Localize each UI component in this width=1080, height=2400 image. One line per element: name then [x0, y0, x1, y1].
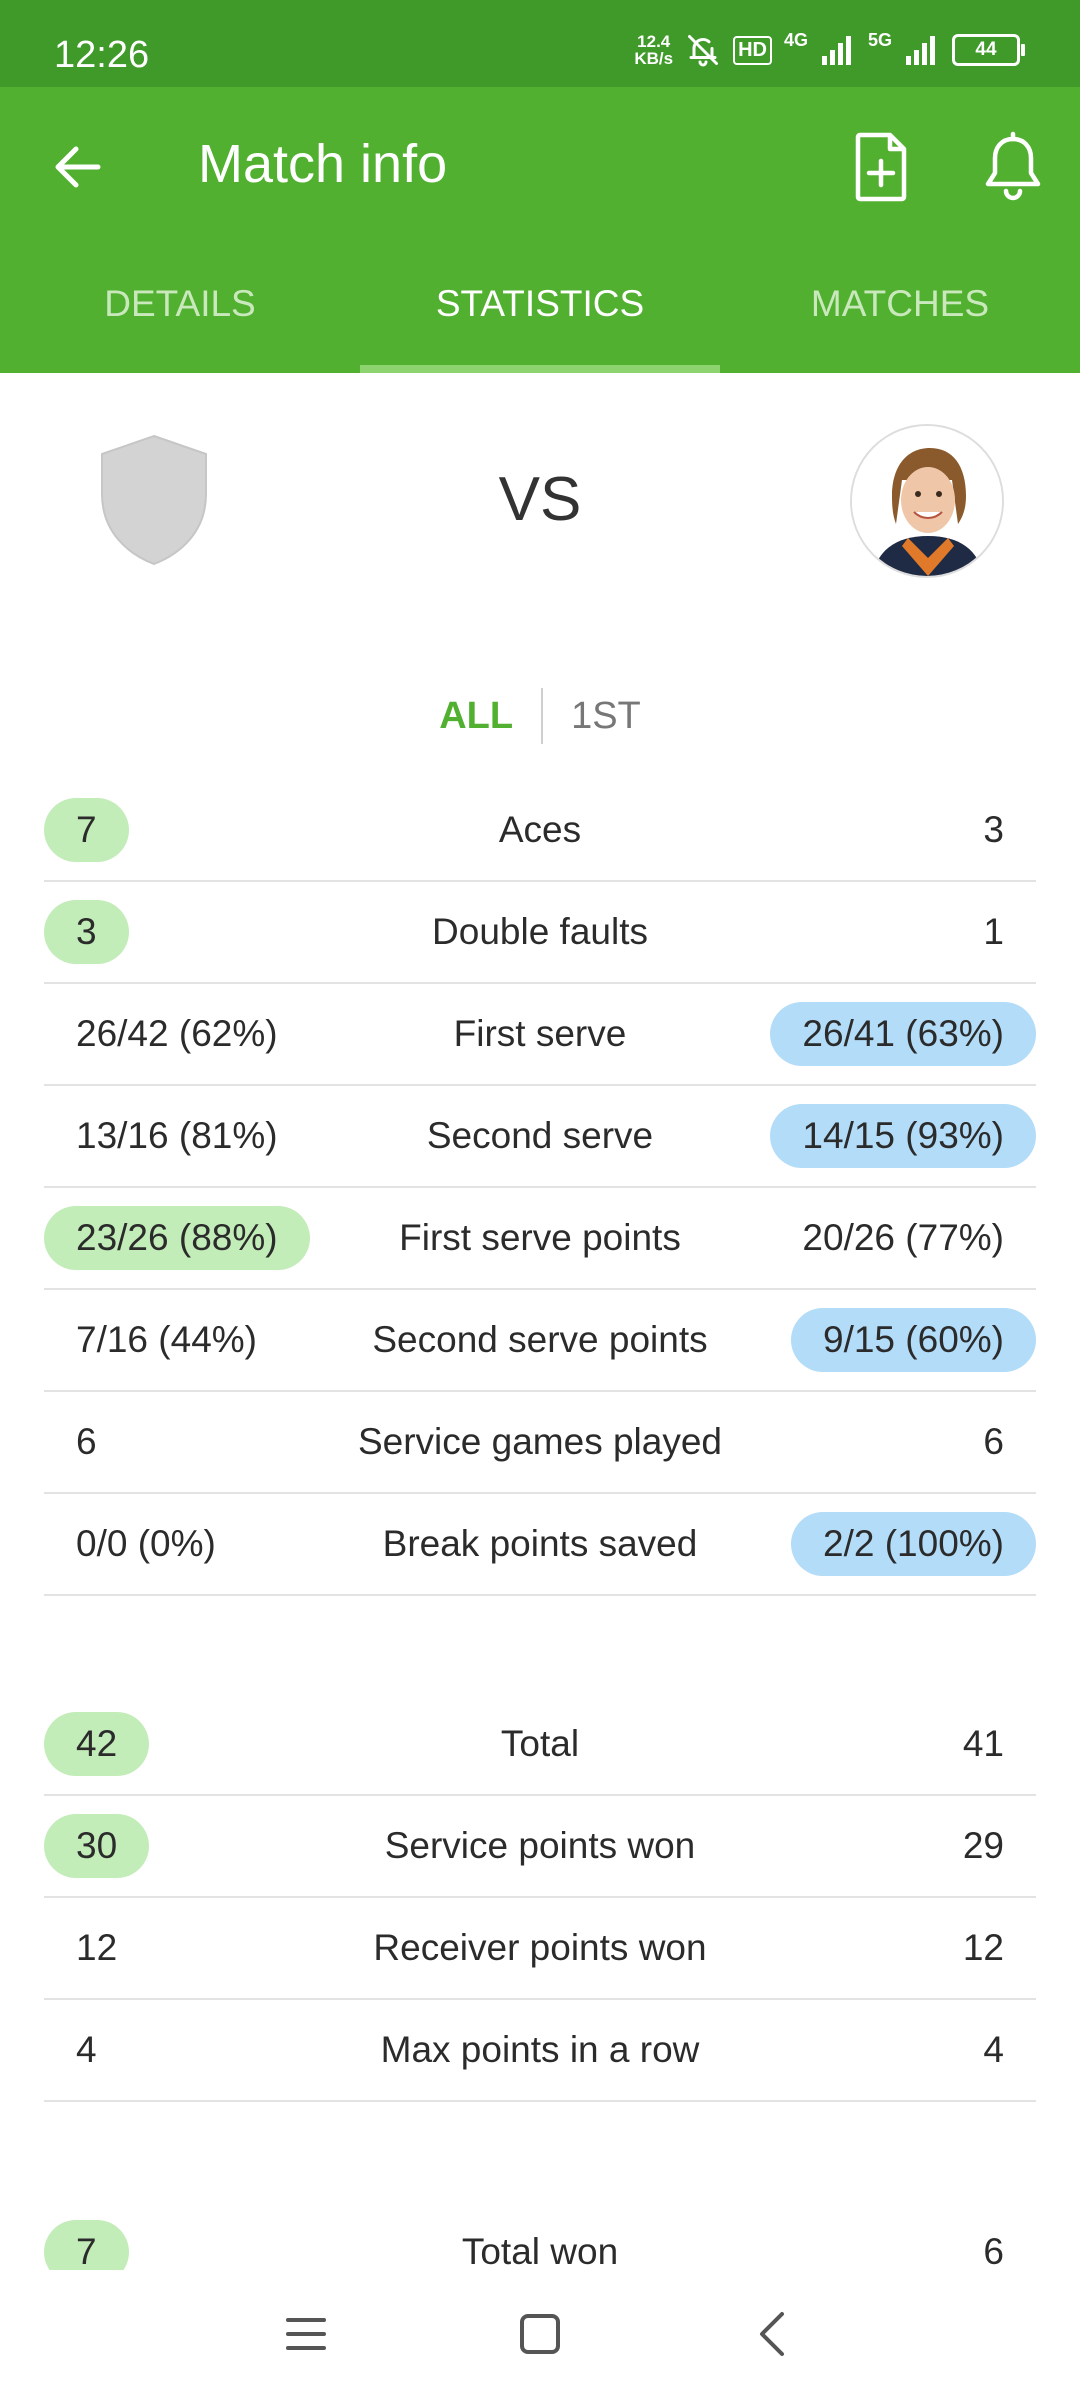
stat-row-second-serve: 13/16 (81%) Second serve 14/15 (93%): [44, 1086, 1036, 1188]
status-icons: 12.4 KB/s HD 4G 5G 44: [634, 30, 1025, 70]
home-square-icon: [520, 2314, 560, 2354]
stat-row-service-points-won: 30 Service points won 29: [44, 1796, 1036, 1898]
stat-row-double-faults: 3 Double faults 1: [44, 882, 1036, 984]
player-photo-icon: [852, 426, 1002, 576]
notifications-button[interactable]: [978, 131, 1048, 205]
stat-row-total: 42 Total 41: [44, 1694, 1036, 1796]
period-1st[interactable]: 1ST: [543, 695, 669, 738]
chevron-left-icon: [760, 2312, 784, 2356]
network-speed: 12.4 KB/s: [634, 32, 674, 68]
nav-back-button[interactable]: [734, 2294, 814, 2374]
menu-button[interactable]: [266, 2294, 346, 2374]
stats-section-serve: 7 Aces 3 3 Double faults 1 26/42 (62%) F…: [44, 780, 1036, 1596]
stat-row-receiver-points-won: 12 Receiver points won 12: [44, 1898, 1036, 2000]
add-document-button[interactable]: [846, 129, 916, 205]
stats-section-points: 42 Total 41 30 Service points won 29 12 …: [44, 1694, 1036, 2102]
period-selector: ALL 1ST: [0, 688, 1080, 744]
stat-right-value: 4: [983, 2029, 1004, 2070]
bell-muted-icon: [688, 35, 719, 67]
period-all[interactable]: ALL: [411, 695, 541, 738]
stat-row-aces: 7 Aces 3: [44, 780, 1036, 882]
stat-row-first-serve: 26/42 (62%) First serve 26/41 (63%): [44, 984, 1036, 1086]
stat-right-value: 6: [983, 1421, 1004, 1462]
status-bar: 12:26 12.4 KB/s HD 4G 5G 44: [0, 0, 1080, 87]
stat-right-value: 12: [962, 1927, 1004, 1968]
stat-label: Double faults: [432, 911, 648, 952]
menu-icon: [286, 2318, 326, 2350]
stat-row-break-points-saved: 0/0 (0%) Break points saved 2/2 (100%): [44, 1494, 1036, 1596]
hd-icon: HD: [733, 35, 772, 65]
stat-label: Receiver points won: [373, 1927, 707, 1968]
stat-label: Aces: [498, 809, 582, 850]
stat-row-first-serve-points: 23/26 (88%) First serve points 20/26 (77…: [44, 1188, 1036, 1290]
tab-bar: DETAILS STATISTICS MATCHES: [0, 277, 1080, 373]
stat-right-value: 41: [962, 1723, 1004, 1764]
battery-icon: 44: [952, 34, 1025, 66]
tab-matches[interactable]: MATCHES: [720, 277, 1080, 373]
back-button[interactable]: [46, 135, 110, 199]
stat-right-value: 1: [983, 911, 1004, 952]
signal-icon: [821, 36, 851, 65]
tab-statistics[interactable]: STATISTICS: [360, 277, 720, 373]
network-4g-label: 4G: [783, 30, 808, 50]
page-title: Match info: [198, 134, 448, 194]
stat-right-value: 20/26 (77%): [802, 1217, 1004, 1258]
stat-row-service-games-played: 6 Service games played 6: [44, 1392, 1036, 1494]
stat-right-value: 2/2 (100%): [791, 1512, 1036, 1576]
stat-right-value: 26/41 (63%): [770, 1002, 1036, 1066]
player-avatar[interactable]: [850, 424, 1004, 578]
stat-label: Max points in a row: [380, 2029, 700, 2070]
stat-right-value: 9/15 (60%): [791, 1308, 1036, 1372]
status-time: 12:26: [54, 34, 150, 76]
tab-details[interactable]: DETAILS: [0, 277, 360, 373]
stat-row-second-serve-points: 7/16 (44%) Second serve points 9/15 (60%…: [44, 1290, 1036, 1392]
stat-label: Total: [500, 1723, 580, 1764]
stat-label: Service games played: [357, 1421, 723, 1462]
document-add-icon: [855, 132, 907, 202]
signal-icon-2: [906, 36, 935, 65]
stat-row-max-points-in-a-row: 4 Max points in a row 4: [44, 2000, 1036, 2102]
arrow-left-icon: [55, 146, 101, 188]
network-5g-label: 5G: [867, 30, 892, 50]
bell-icon: [985, 131, 1041, 201]
stat-right-value: 29: [962, 1825, 1004, 1866]
stat-right-value: 3: [983, 809, 1004, 850]
home-button[interactable]: [500, 2294, 580, 2374]
app-bar: Match info DETAILS STATISTICS MATCHES: [0, 87, 1080, 373]
system-nav-bar: [0, 2270, 1080, 2400]
stat-right-value: 14/15 (93%): [770, 1104, 1036, 1168]
stat-label: Service points won: [384, 1825, 696, 1866]
